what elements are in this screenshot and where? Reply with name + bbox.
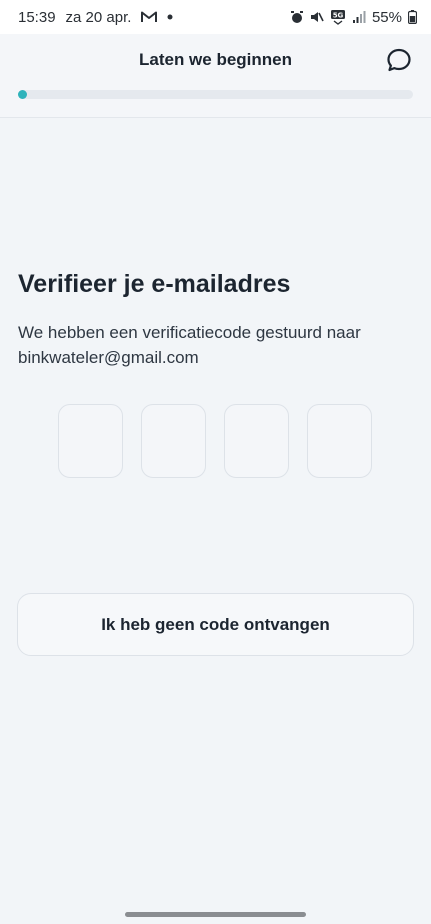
- chat-button[interactable]: [385, 48, 413, 76]
- mute-icon: [310, 10, 324, 24]
- status-date: za 20 apr.: [65, 8, 132, 26]
- verify-description: We hebben een verificatiecode gestuurd n…: [18, 323, 361, 367]
- status-bar: 15:39 za 20 apr. 5G 55%: [0, 0, 431, 34]
- alarm-icon: [290, 10, 304, 24]
- page-title: Laten we beginnen: [138, 50, 293, 69]
- signal-icon: [352, 11, 366, 23]
- code-digit-input-4[interactable]: [307, 404, 372, 478]
- verification-code-inputs: [58, 404, 372, 478]
- verify-title: Verifieer je e-mailadres: [18, 270, 291, 298]
- chat-bubble-icon: [386, 47, 412, 78]
- status-time: 15:39: [18, 8, 56, 26]
- dot-icon: [167, 14, 173, 20]
- home-indicator[interactable]: [125, 912, 306, 917]
- no-code-received-button[interactable]: Ik heb geen code ontvangen: [17, 593, 414, 656]
- battery-percent: 55%: [371, 8, 402, 26]
- app-header: Laten we beginnen: [0, 34, 431, 118]
- code-digit-input-2[interactable]: [141, 404, 206, 478]
- gmail-icon: [141, 11, 158, 23]
- progress-fill: [18, 90, 27, 99]
- network-5g-icon: 5G: [330, 9, 346, 25]
- battery-icon: [408, 10, 417, 24]
- code-digit-input-1[interactable]: [58, 404, 123, 478]
- progress-bar: [18, 90, 413, 99]
- svg-text:5G: 5G: [333, 12, 344, 20]
- code-digit-input-3[interactable]: [224, 404, 289, 478]
